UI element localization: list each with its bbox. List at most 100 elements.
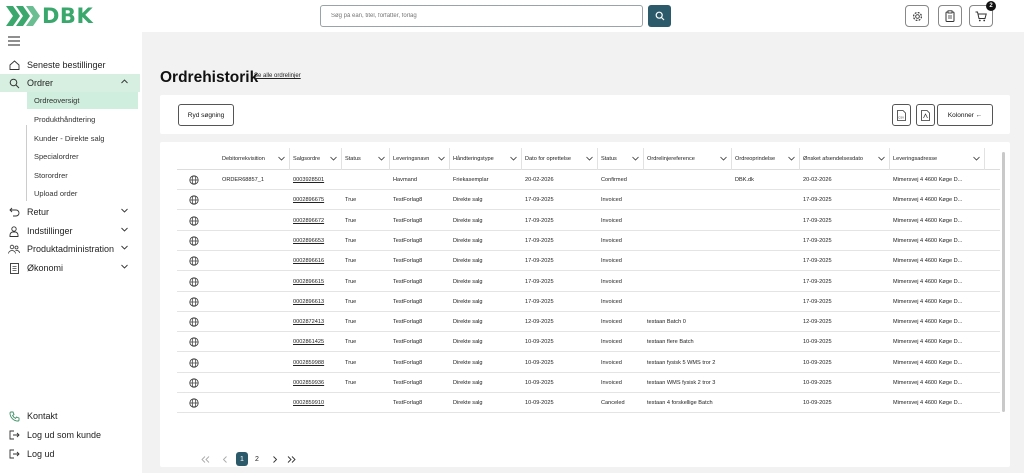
page-2-button[interactable]: 2 [252,452,262,466]
export-pdf-button[interactable] [916,104,935,126]
cell-oensket-afsendelsesdato: 20-02-2026 [803,177,832,183]
next-page-icon[interactable] [270,452,280,466]
table-row[interactable]: 0002872413 True TestForlag8 Direkte salg 12-… [177,312,1000,333]
sidebar-item-kontakt[interactable]: Kontakt [0,407,140,425]
last-page-icon[interactable] [286,452,296,466]
sidebar-item-log-ud[interactable]: Log ud [0,445,140,463]
table-row[interactable]: ORDER68857_1 0003928501 Havmand Friekasempl… [177,170,1000,190]
column-header-status[interactable]: Status [342,148,390,170]
cell-salgsordre[interactable]: 0002861425 [290,332,342,352]
cell-ordrelinjereference: testaan 4 forskellige Batch [647,400,713,407]
cell-salgsordre[interactable]: 0002896613 [290,292,342,312]
table-row[interactable]: 0002859936 True TestForlag8 Direkte salg 10-… [177,373,1000,393]
hamburger-menu-icon[interactable] [8,36,20,46]
sidebar-subitem-produkthaandtering[interactable]: Produkthåndtering [27,111,138,128]
column-header-salgsordre[interactable]: Salgsordre [290,148,342,170]
table-row[interactable]: 0002896615 True TestForlag8 Direkte salg 17-… [177,272,1000,292]
chevron-down-icon[interactable] [878,156,885,163]
sidebar-item-retur[interactable]: Retur [0,203,140,221]
export-csv-button[interactable]: CSV [892,104,911,126]
search-button[interactable] [648,5,671,27]
table-row[interactable]: 0002896616 True TestForlag8 Direkte salg 17-… [177,251,1000,272]
table-row[interactable]: 0002896672 True TestForlag8 Direkte salg 17-… [177,211,1000,231]
column-header-dato-for-oprettelse[interactable]: Dato for oprettelse [522,148,598,170]
cell-salgsordre[interactable]: 0002859988 [290,353,342,373]
see-all-order-lines-link[interactable]: Se alle ordrelinjer [254,73,301,79]
chevron-down-icon[interactable] [586,156,593,163]
column-header-label: Dato for oprettelse [525,156,572,162]
sidebar-item-log-ud-som-kunde[interactable]: Log ud som kunde [0,426,140,444]
sidebar-item-label: Retur [27,207,50,217]
dbk-logo[interactable]: DBK [6,4,93,28]
globe-icon [189,378,199,390]
column-header-debitorrekvisition[interactable]: Debitorrekvisition [219,148,290,170]
cell-status: True [345,319,357,326]
cell-leveringsadresse: Mimersvej 4 4600 Køge D... [893,177,963,183]
chevron-down-icon[interactable] [378,156,385,163]
chevron-down-icon[interactable] [632,156,639,163]
column-header-haandteringstype[interactable]: Håndteringstype [450,148,522,170]
chevron-down-icon[interactable] [788,156,795,163]
settings-button[interactable] [905,5,929,27]
sidebar-subitem-storordrer[interactable]: Storordrer [27,167,138,184]
cell-haandteringstype: Direkte salg [453,237,483,244]
chevron-down-icon[interactable] [438,156,445,163]
cell-salgsordre[interactable]: 0002896616 [290,251,342,271]
cell-status: True [345,380,357,386]
sidebar-subitem-upload-order[interactable]: Upload order [27,185,138,202]
chevron-down-icon[interactable] [973,156,980,163]
reset-search-button[interactable]: Ryd søgning [178,104,234,126]
cart-button[interactable]: 2 [969,1,996,27]
column-header-oensket-afsendelsesdato[interactable]: Ønsket afsendelsesdato [800,148,890,170]
chevron-down-icon [121,245,128,250]
column-header-ordreoprindelse[interactable]: Ordreoprindelse [732,148,800,170]
cell-dato-for-oprettelse: 10-09-2025 [525,359,554,366]
orders-table-card: Debitorrekvisition Salgsordre Status Leveri… [160,142,1010,467]
sidebar-subitem-kunder-direkte-salg[interactable]: Kunder - Direkte salg [27,130,138,147]
sidebar-item-indstillinger[interactable]: Indstillinger [0,222,140,240]
column-header-leveringsnavn[interactable]: Leveringsnavn [390,148,450,170]
chevron-down-icon[interactable] [278,156,285,163]
globe-icon [189,317,199,329]
clipboard-button[interactable] [938,5,962,27]
sidebar-subitem-ordreoversigt[interactable]: Ordreoversigt [27,92,138,109]
cell-ordreoprindelse [732,312,800,332]
table-row[interactable]: 0002859910 TestForlag8 Direkte salg 10-09-2… [177,393,1000,414]
column-header-ordrelinjereference[interactable]: Ordrelinjereference [644,148,732,170]
chevron-down-icon[interactable] [720,156,727,163]
cell-salgsordre[interactable]: 0002896615 [290,272,342,292]
columns-button[interactable]: Kolonner ← [937,104,993,126]
cell-salgsordre[interactable]: 0002896653 [290,231,342,251]
sidebar-item-okonomi[interactable]: Økonomi [0,259,140,277]
vertical-scrollbar[interactable] [1002,152,1005,412]
sidebar-item-ordrer[interactable]: Ordrer [0,74,140,92]
toolbar-card: Ryd søgning CSV Kolonner ← [160,95,1010,134]
table-row[interactable]: 0002896613 True TestForlag8 Direkte salg 17-… [177,292,1000,312]
cell-leveringsnavn: TestForlag8 [393,197,423,204]
column-header-leveringsadresse[interactable]: Leveringsadresse [890,148,985,170]
search-input[interactable] [320,5,643,27]
globe-icon [189,358,199,370]
column-header-status-2[interactable]: Status [598,148,644,170]
logout-icon [8,449,20,459]
cell-salgsordre[interactable]: 0002872413 [290,312,342,332]
cell-salgsordre[interactable]: 0002859936 [290,373,342,393]
page-1-button[interactable]: 1 [236,452,248,466]
previous-page-icon[interactable] [220,452,230,466]
sidebar-item-produktadministration[interactable]: Produktadministration [0,240,140,258]
table-row[interactable]: 0002896653 True TestForlag8 Direkte salg 17-… [177,231,1000,251]
table-row[interactable]: 0002859988 True TestForlag8 Direkte salg 10-… [177,353,1000,373]
cell-salgsordre[interactable]: 0003928501 [290,170,342,190]
cell-salgsordre[interactable]: 0002859910 [290,393,342,413]
chevron-down-icon[interactable] [330,156,337,163]
sidebar-item-seneste-bestillinger[interactable]: Seneste bestillinger [0,56,140,74]
first-page-icon[interactable] [200,452,210,466]
table-row[interactable]: 0002896675 True TestForlag8 Direkte salg 17-… [177,190,1000,211]
table-row[interactable]: 0002861425 True TestForlag8 Direkte salg 10-… [177,332,1000,353]
cell-salgsordre[interactable]: 0002896672 [290,211,342,231]
cell-dato-for-oprettelse: 17-09-2025 [525,217,554,224]
sidebar-subitem-specialordrer[interactable]: Specialordrer [27,148,138,165]
cell-salgsordre[interactable]: 0002896675 [290,190,342,210]
chevron-down-icon[interactable] [510,156,517,163]
cell-debitorrekvisition [219,272,290,292]
